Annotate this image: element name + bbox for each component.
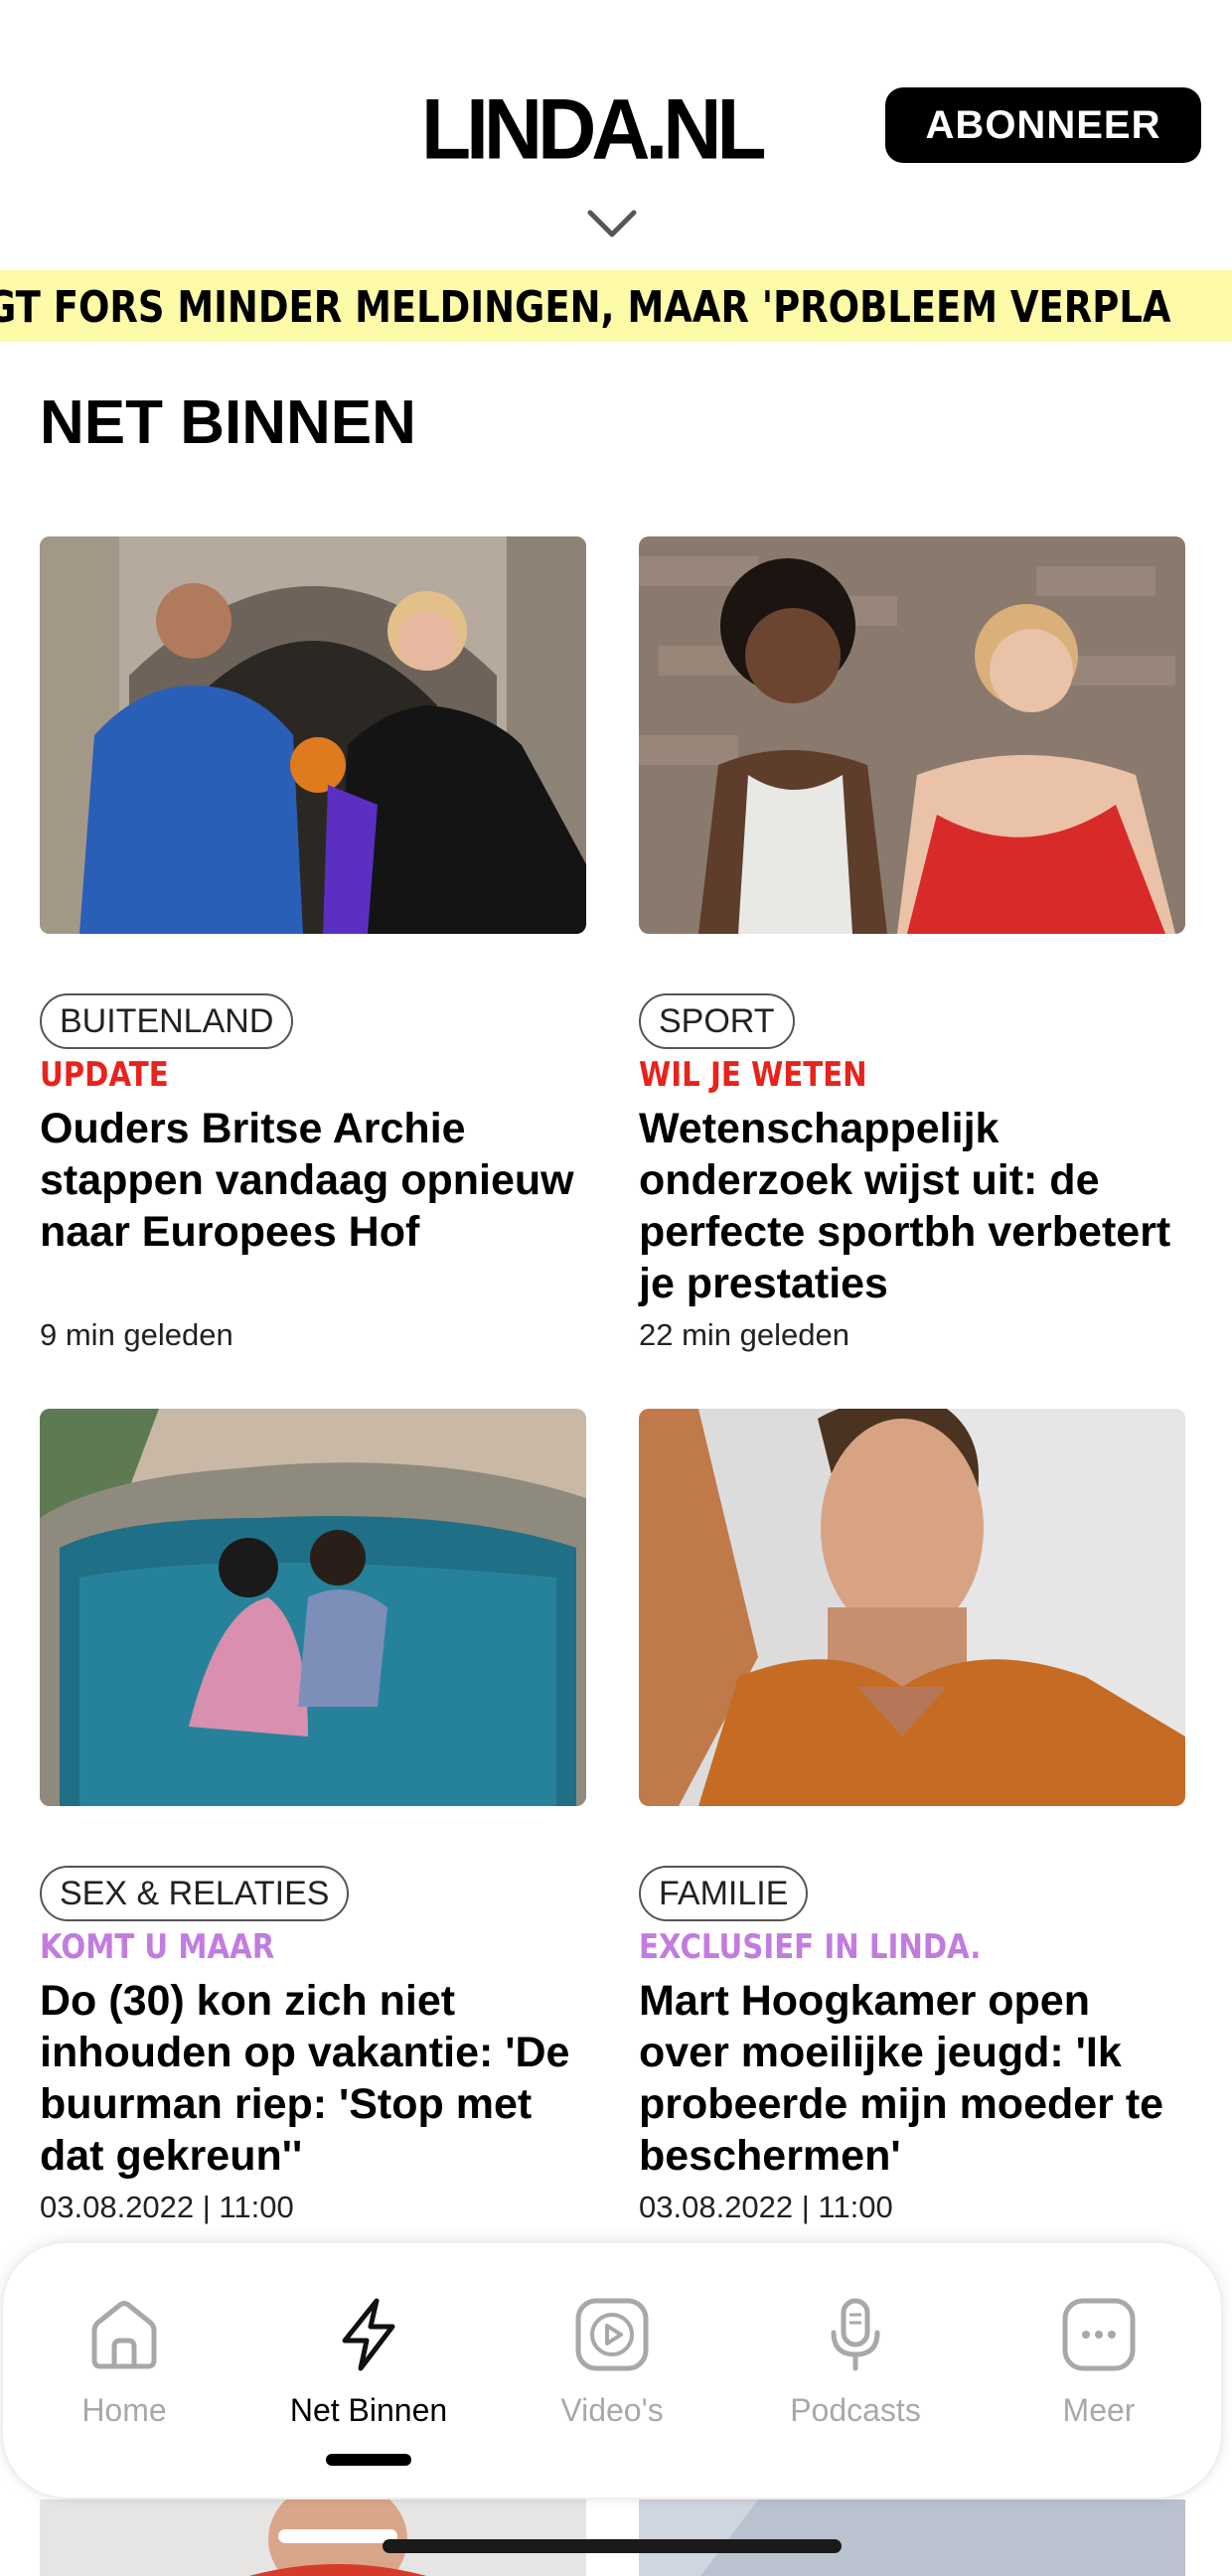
article-headline[interactable]: Ouders Britse Archie stappen vandaag opn…: [40, 1103, 581, 1258]
article-card[interactable]: SPORT WIL JE WETEN Wetenschappelijk onde…: [639, 536, 1185, 1352]
tab-label: Video's: [560, 2392, 664, 2428]
tab-label: Podcasts: [790, 2392, 921, 2428]
home-indicator[interactable]: [383, 2539, 842, 2553]
category-tag[interactable]: BUITENLAND: [40, 993, 294, 1049]
tab-label: Meer: [1062, 2392, 1136, 2428]
more-icon: [1062, 2298, 1136, 2371]
article-kicker: KOMT U MAAR: [40, 1927, 275, 1967]
article-image[interactable]: [40, 1409, 586, 1806]
article-image[interactable]: [639, 1409, 1185, 1806]
article-headline[interactable]: Do (30) kon zich niet inhouden op vakant…: [40, 1975, 581, 2182]
tab-podcasts[interactable]: Podcasts: [756, 2295, 955, 2429]
chevron-down-icon[interactable]: [586, 207, 638, 242]
article-timestamp: 03.08.2022 | 11:00: [639, 2190, 893, 2224]
ticker-text: GT FORS MINDER MELDINGEN, MAAR 'PROBLEEM…: [0, 282, 1171, 333]
active-tab-indicator: [326, 2454, 411, 2466]
header: LINDA.NL ABONNEER: [0, 0, 1232, 268]
tab-label: Home: [81, 2392, 167, 2428]
article-headline[interactable]: Wetenschappelijk onderzoek wijst uit: de…: [639, 1103, 1180, 1309]
subscribe-button[interactable]: ABONNEER: [885, 87, 1201, 163]
article-card[interactable]: FAMILIE EXCLUSIEF IN LINDA. Mart Hoogkam…: [639, 1409, 1185, 2224]
bottom-tab-bar: Home Net Binnen Video's Podcasts Meer: [3, 2243, 1221, 2498]
article-kicker: WIL JE WETEN: [639, 1055, 867, 1095]
article-kicker: UPDATE: [40, 1055, 169, 1095]
article-image[interactable]: [40, 536, 586, 934]
tab-videos[interactable]: Video's: [513, 2295, 711, 2429]
tab-meer[interactable]: Meer: [1000, 2295, 1198, 2429]
site-logo[interactable]: LINDA.NL: [421, 82, 767, 178]
tab-net-binnen[interactable]: Net Binnen: [269, 2295, 468, 2429]
news-ticker[interactable]: GT FORS MINDER MELDINGEN, MAAR 'PROBLEEM…: [0, 270, 1232, 342]
microphone-icon: [831, 2298, 880, 2371]
article-timestamp: 22 min geleden: [639, 1317, 849, 1352]
article-image[interactable]: [639, 536, 1185, 934]
category-tag[interactable]: SEX & RELATIES: [40, 1866, 350, 1921]
tab-label: Net Binnen: [289, 2392, 448, 2428]
article-image-partial[interactable]: [639, 2500, 1185, 2576]
article-headline[interactable]: Mart Hoogkamer open over moeilijke jeugd…: [639, 1975, 1180, 2182]
bolt-icon: [342, 2298, 395, 2371]
article-card[interactable]: BUITENLAND UPDATE Ouders Britse Archie s…: [40, 536, 586, 1352]
article-timestamp: 9 min geleden: [40, 1317, 233, 1352]
category-tag[interactable]: FAMILIE: [639, 1866, 809, 1921]
section-title: NET BINNEN: [40, 388, 416, 457]
article-card[interactable]: SEX & RELATIES KOMT U MAAR Do (30) kon z…: [40, 1409, 586, 2224]
tab-home[interactable]: Home: [25, 2295, 224, 2429]
home-icon: [91, 2301, 157, 2369]
category-tag[interactable]: SPORT: [639, 993, 795, 1049]
play-icon: [575, 2298, 649, 2371]
article-kicker: EXCLUSIEF IN LINDA.: [639, 1927, 982, 1967]
article-image-partial[interactable]: [40, 2500, 586, 2576]
article-timestamp: 03.08.2022 | 11:00: [40, 2190, 294, 2224]
